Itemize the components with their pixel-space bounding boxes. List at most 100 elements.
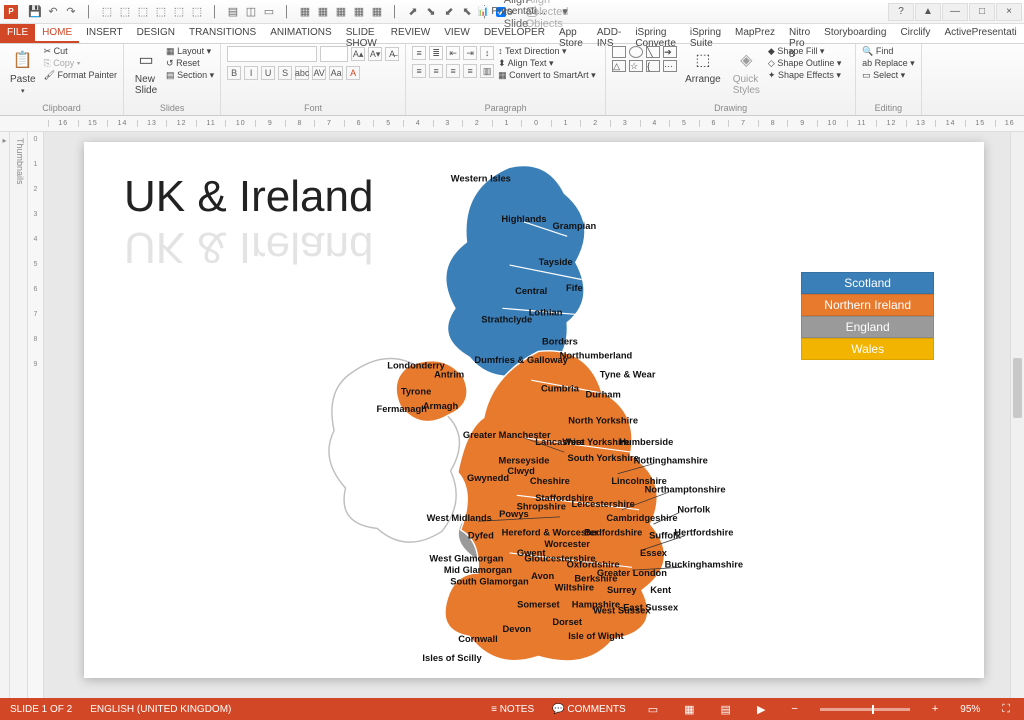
format-painter-button[interactable]: 🖌 Format Painter <box>44 70 117 81</box>
legend-wales[interactable]: Wales <box>801 338 934 360</box>
zoom-in-icon[interactable]: + <box>928 703 942 715</box>
ruler-horizontal[interactable]: 1615141312111098765432101234567891011121… <box>0 116 1024 132</box>
grow-font-icon[interactable]: A▴ <box>351 47 365 61</box>
qat-btn[interactable]: ⬚ <box>172 5 186 19</box>
legend-northern-ireland[interactable]: Northern Ireland <box>801 294 934 316</box>
qat-btn[interactable]: ▦ <box>352 5 366 19</box>
replace-button[interactable]: ab Replace ▾ <box>862 58 915 69</box>
justify-icon[interactable]: ≡ <box>463 64 477 78</box>
convert-smartart-button[interactable]: ▦ Convert to SmartArt ▾ <box>498 70 596 81</box>
close-button[interactable]: × <box>996 3 1022 21</box>
section-button[interactable]: ▤ Section ▾ <box>166 70 214 81</box>
view-normal-icon[interactable]: ▭ <box>644 703 662 716</box>
view-sorter-icon[interactable]: ▦ <box>680 703 698 716</box>
shape-rect-icon[interactable] <box>612 46 626 58</box>
thumbnails-panel-label[interactable]: Thumbnails <box>10 132 28 698</box>
qat-btn[interactable]: ◫ <box>244 5 258 19</box>
spacing-button[interactable]: AV <box>312 66 326 80</box>
tab-circlify[interactable]: Circlify <box>893 24 937 43</box>
text-direction-button[interactable]: ↕ Text Direction ▾ <box>498 46 596 57</box>
font-size-input[interactable] <box>320 46 348 62</box>
align-center-icon[interactable]: ≡ <box>429 64 443 78</box>
qat-btn[interactable]: ▤ <box>226 5 240 19</box>
tab-review[interactable]: REVIEW <box>384 24 437 43</box>
tab-activepres[interactable]: ActivePresentati <box>937 24 1023 43</box>
thumbnails-expand-icon[interactable]: ▸ <box>0 132 10 698</box>
status-language[interactable]: ENGLISH (UNITED KINGDOM) <box>90 704 231 715</box>
zoom-percent[interactable]: 95% <box>960 704 980 715</box>
shape-tri-icon[interactable]: △ <box>612 60 626 72</box>
align-right-icon[interactable]: ≡ <box>446 64 460 78</box>
legend-england[interactable]: England <box>801 316 934 338</box>
paste-button[interactable]: 📋Paste▾ <box>6 46 40 97</box>
qat-btn[interactable]: ▭ <box>262 5 276 19</box>
shape-oval-icon[interactable] <box>629 46 643 58</box>
tab-design[interactable]: DESIGN <box>130 24 182 43</box>
qat-btn[interactable]: ⬉ <box>460 5 474 19</box>
slide-canvas-area[interactable]: UK & Ireland UK & Ireland Scotland North… <box>44 132 1024 698</box>
qat-btn[interactable]: ⬚ <box>190 5 204 19</box>
qat-btn[interactable]: ⬚ <box>136 5 150 19</box>
line-spacing-icon[interactable]: ↕ <box>480 46 494 60</box>
uk-ireland-map[interactable]: Western Isles Highlands Grampian Tayside… <box>234 150 814 668</box>
align-text-button[interactable]: ⬍ Align Text ▾ <box>498 58 596 69</box>
bold-button[interactable]: B <box>227 66 241 80</box>
map-legend[interactable]: Scotland Northern Ireland England Wales <box>801 272 934 360</box>
italic-button[interactable]: I <box>244 66 258 80</box>
qat-btn[interactable]: ⬊ <box>424 5 438 19</box>
font-color-button[interactable]: A <box>346 66 360 80</box>
indent-inc-icon[interactable]: ⇥ <box>463 46 477 60</box>
select-button[interactable]: ▭ Select ▾ <box>862 70 915 81</box>
scrollbar-vertical[interactable] <box>1010 132 1024 698</box>
copy-button[interactable]: ⎘ Copy ▾ <box>44 58 117 69</box>
shape-more-icon[interactable]: ⋯ <box>663 60 677 72</box>
comments-button[interactable]: 💬 COMMENTS <box>552 704 626 715</box>
shape-arrow-icon[interactable]: ➔ <box>663 46 677 58</box>
shape-fill-button[interactable]: ◆ Shape Fill ▾ <box>768 46 841 57</box>
qat-save-icon[interactable]: 💾 <box>28 5 42 19</box>
help-icon[interactable]: ? <box>888 3 914 21</box>
case-button[interactable]: Aa <box>329 66 343 80</box>
ribbon-toggle-icon[interactable]: ▲ <box>915 3 941 21</box>
tab-slideshow[interactable]: SLIDE SHOW <box>339 24 384 43</box>
ruler-vertical[interactable]: 0123456789 <box>28 132 44 698</box>
font-name-input[interactable] <box>227 46 317 62</box>
tab-animations[interactable]: ANIMATIONS <box>263 24 338 43</box>
scrollbar-thumb[interactable] <box>1013 358 1022 418</box>
notes-button[interactable]: ≡ NOTES <box>491 704 534 715</box>
align-left-icon[interactable]: ≡ <box>412 64 426 78</box>
underline-button[interactable]: U <box>261 66 275 80</box>
zoom-out-icon[interactable]: − <box>787 703 801 715</box>
tab-home[interactable]: HOME <box>35 24 79 43</box>
cut-button[interactable]: ✂ Cut <box>44 46 117 57</box>
qat-redo-icon[interactable]: ↷ <box>64 5 78 19</box>
legend-scotland[interactable]: Scotland <box>801 272 934 294</box>
zoom-slider[interactable] <box>820 708 910 711</box>
find-button[interactable]: 🔍 Find <box>862 46 915 57</box>
bullets-icon[interactable]: ≡ <box>412 46 426 60</box>
tab-transitions[interactable]: TRANSITIONS <box>182 24 263 43</box>
qat-btn[interactable]: ⬚ <box>100 5 114 19</box>
columns-icon[interactable]: ▥ <box>480 64 494 78</box>
tab-mapprez[interactable]: MapPrez <box>728 24 782 43</box>
arrange-button[interactable]: ⬚Arrange <box>681 46 725 87</box>
qat-btn[interactable]: ▦ <box>334 5 348 19</box>
qat-btn[interactable]: ▦ <box>316 5 330 19</box>
shrink-font-icon[interactable]: A▾ <box>368 47 382 61</box>
tab-insert[interactable]: INSERT <box>79 24 130 43</box>
qat-btn[interactable]: ⬈ <box>406 5 420 19</box>
tab-file[interactable]: FILE <box>0 24 35 43</box>
status-slide-counter[interactable]: SLIDE 1 OF 2 <box>10 704 72 715</box>
shape-brace-icon[interactable]: { <box>646 60 660 72</box>
qat-btn[interactable]: ▦ <box>370 5 384 19</box>
quick-styles-button[interactable]: ◈Quick Styles <box>729 46 764 98</box>
tab-addins[interactable]: ADD-INS <box>590 24 628 43</box>
tab-storyboarding[interactable]: Storyboarding <box>817 24 893 43</box>
maximize-button[interactable]: □ <box>969 3 995 21</box>
layout-button[interactable]: ▦ Layout ▾ <box>166 46 214 57</box>
fit-to-window-icon[interactable]: ⛶ <box>998 703 1014 716</box>
numbering-icon[interactable]: ≣ <box>429 46 443 60</box>
shape-effects-button[interactable]: ✦ Shape Effects ▾ <box>768 70 841 81</box>
tab-nitro[interactable]: Nitro Pro 8 <box>782 24 817 43</box>
qat-btn[interactable]: ⬚ <box>154 5 168 19</box>
